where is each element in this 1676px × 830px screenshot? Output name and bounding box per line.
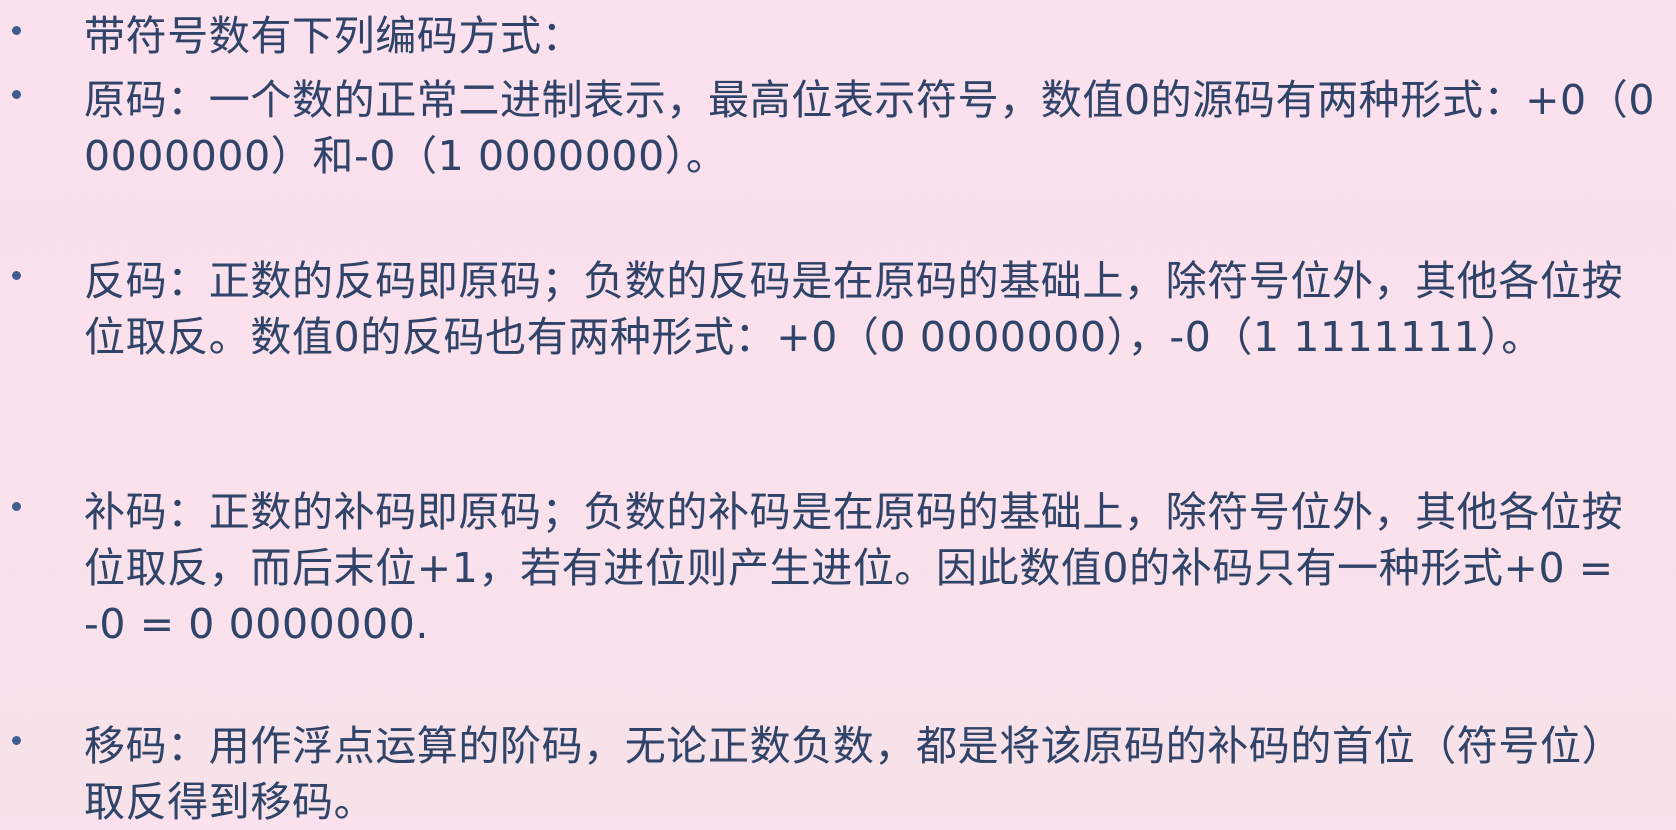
bullet-item-signed-encoding: 带符号数有下列编码方式： [0,8,1676,64]
bullet-text: 移码：用作浮点运算的阶码，无论正数负数，都是将该原码的补码的首位（符号位）取反得… [84,722,1624,826]
bullet-item-twos-complement: 补码：正数的补码即原码；负数的补码是在原码的基础上，除符号位外，其他各位按位取反… [0,484,1676,652]
bullet-dot-icon [12,26,21,35]
bullet-dot-icon [12,736,21,745]
bullet-text: 反码：正数的反码即原码；负数的反码是在原码的基础上，除符号位外，其他各位按位取反… [84,257,1624,361]
slide: 带符号数有下列编码方式： 原码：一个数的正常二进制表示，最高位表示符号，数值0的… [0,0,1676,826]
bullet-dot-icon [12,502,21,511]
bullet-text: 带符号数有下列编码方式： [84,12,584,60]
bullet-item-offset-binary: 移码：用作浮点运算的阶码，无论正数负数，都是将该原码的补码的首位（符号位）取反得… [0,718,1676,830]
bullet-dot-icon [12,271,21,280]
bullet-text: 补码：正数的补码即原码；负数的补码是在原码的基础上，除符号位外，其他各位按位取反… [84,488,1624,648]
bullet-item-original-code: 原码：一个数的正常二进制表示，最高位表示符号，数值0的源码有两种形式：+0（0 … [0,72,1676,184]
bullet-text: 原码：一个数的正常二进制表示，最高位表示符号，数值0的源码有两种形式：+0（0 … [84,76,1656,180]
bullet-item-ones-complement: 反码：正数的反码即原码；负数的反码是在原码的基础上，除符号位外，其他各位按位取反… [0,253,1676,365]
bullet-dot-icon [12,90,21,99]
